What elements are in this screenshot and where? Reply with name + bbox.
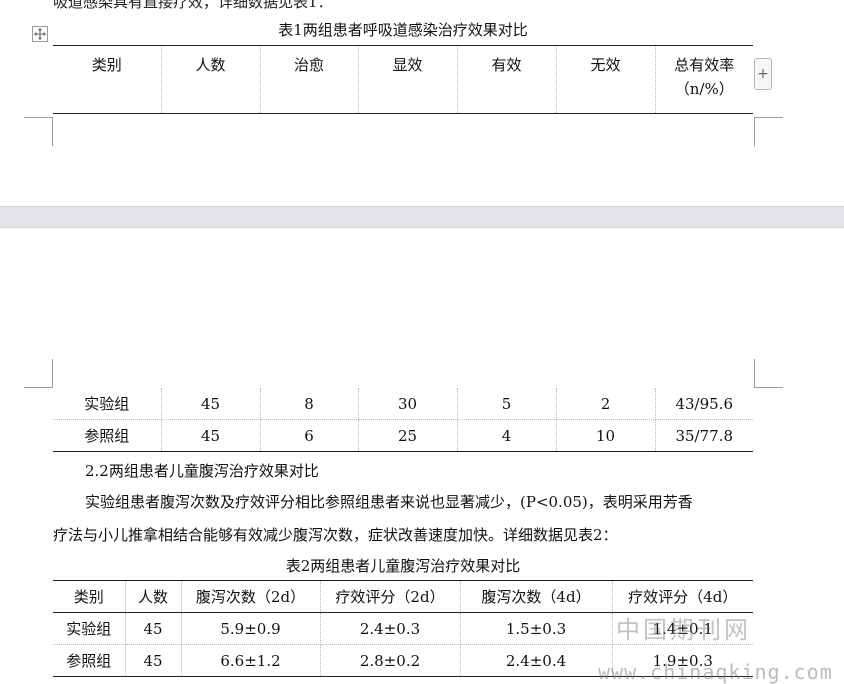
table-move-handle[interactable] — [32, 26, 48, 42]
table-add-column-button[interactable]: + — [754, 58, 772, 90]
table-row: 类别 人数 治愈 显效 有效 无效 总有效率 （n/%） — [53, 45, 753, 114]
table2-header-cell: 腹泻次数（4d） — [459, 580, 613, 613]
table-cell: 25 — [357, 419, 458, 452]
table-row: 实验组 45 8 30 5 2 43/95.6 — [53, 388, 753, 420]
section-heading: 2.2两组患者儿童腹泻治疗效果对比 — [85, 462, 319, 480]
table-cell: 2.4±0.3 — [319, 612, 461, 645]
watermark-url: www.chinaqking.com — [598, 660, 833, 684]
table-cell: 5 — [456, 388, 557, 420]
table-cell: 2.4±0.4 — [459, 644, 613, 677]
table1-body: 实验组 45 8 30 5 2 43/95.6 参照组 45 6 25 4 10… — [53, 388, 753, 452]
table1-header-cell: 有效 — [456, 45, 557, 114]
page-gap — [0, 206, 844, 228]
table-cell: 6.6±1.2 — [180, 644, 321, 677]
table2-header-cell: 疗效评分（2d） — [319, 580, 461, 613]
table-cell: 10 — [555, 419, 656, 452]
table-cell: 1.5±0.3 — [459, 612, 613, 645]
table-cell: 30 — [357, 388, 458, 420]
watermark-cn: 中国期刊网 — [616, 616, 751, 644]
table-cell: 35/77.8 — [654, 419, 753, 452]
table-cell: 参照组 — [53, 419, 162, 452]
paragraph-line-1: 实验组患者腹泻次数及疗效评分相比参照组患者来说也显著减少，(P<0.05)，表明… — [85, 493, 693, 511]
page-corner-mark — [754, 117, 783, 146]
table-row: 参照组 45 6 25 4 10 35/77.8 — [53, 419, 753, 452]
table2-header-cell: 疗效评分（4d） — [611, 580, 753, 613]
table-cell: 2 — [555, 388, 656, 420]
page-corner-mark — [24, 117, 53, 146]
table1-header: 类别 人数 治愈 显效 有效 无效 总有效率 （n/%） — [53, 45, 753, 114]
table2-caption: 表2两组患者儿童腹泻治疗效果对比 — [285, 557, 521, 575]
table-cell: 6 — [259, 419, 359, 452]
table-cell: 4 — [456, 419, 557, 452]
table-cell: 8 — [259, 388, 359, 420]
table1-header-cell: 无效 — [555, 45, 656, 114]
table-cell: 45 — [124, 644, 182, 677]
table-cell: 5.9±0.9 — [180, 612, 321, 645]
table1-header-cell: 治愈 — [259, 45, 359, 114]
paragraph-line-2: 疗法与小儿推拿相结合能够有效减少腹泻次数，症状改善速度加快。详细数据见表2： — [53, 526, 618, 544]
page-corner-mark — [24, 359, 53, 388]
table2-header-cell: 类别 — [53, 580, 126, 613]
table-cell: 45 — [160, 388, 261, 420]
page-corner-mark — [754, 359, 783, 388]
table2-header-cell: 腹泻次数（2d） — [180, 580, 321, 613]
table2-header-cell: 人数 — [124, 580, 182, 613]
table1-header-cell-rate: 总有效率 （n/%） — [654, 45, 753, 114]
cut-off-text-line: 吸道感染具有直接疗效，详细数据见表1： — [53, 0, 333, 11]
plus-icon: + — [757, 66, 769, 82]
table-cell: 43/95.6 — [654, 388, 753, 420]
table-cell: 参照组 — [53, 644, 126, 677]
rate-label: 总有效率 — [674, 56, 735, 74]
table1-header-cell: 显效 — [357, 45, 458, 114]
table1-caption: 表1两组患者呼吸道感染治疗效果对比 — [278, 21, 528, 39]
rate-unit: （n/%） — [674, 80, 734, 98]
table-cell: 45 — [160, 419, 261, 452]
table-cell: 2.8±0.2 — [319, 644, 461, 677]
table-cell: 45 — [124, 612, 182, 645]
table-cell: 实验组 — [53, 388, 162, 420]
table-header-row: 类别 人数 腹泻次数（2d） 疗效评分（2d） 腹泻次数（4d） 疗效评分（4d… — [53, 580, 753, 613]
table1-header-cell: 类别 — [53, 45, 162, 114]
move-arrows-icon — [34, 28, 46, 40]
table1-header-cell: 人数 — [160, 45, 261, 114]
table-cell: 实验组 — [53, 612, 126, 645]
